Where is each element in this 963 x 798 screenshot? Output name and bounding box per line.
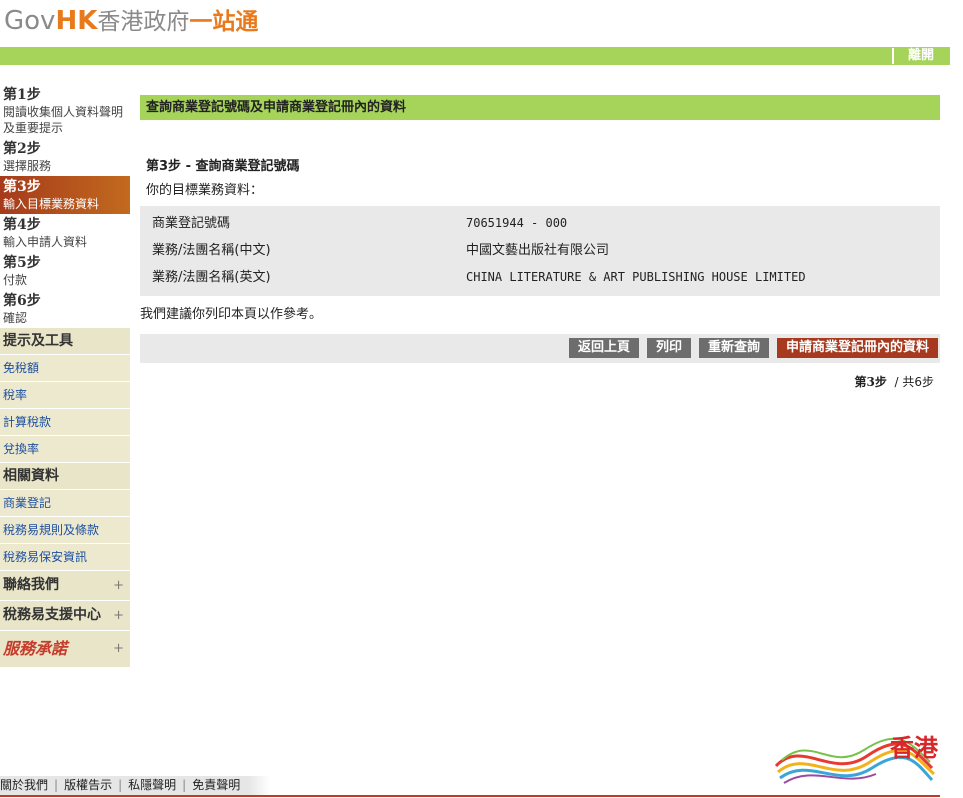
- back-button[interactable]: 返回上頁: [568, 338, 639, 358]
- footer-link-disclaimer[interactable]: 免責聲明: [192, 778, 240, 792]
- apply-register-info-button[interactable]: 申請商業登記冊內的資料: [776, 338, 938, 358]
- brand-hong-kong-text: 香港: [890, 734, 938, 762]
- footer-link-privacy[interactable]: 私隱聲明: [128, 778, 176, 792]
- step-title: 第6步: [3, 293, 41, 309]
- sidebar: 第1步 閱讀收集個人資料聲明及重要提示 第2步 選擇服務 第3步 輸入目標業務資…: [0, 84, 130, 668]
- related-section-title: 相關資料: [0, 463, 130, 490]
- top-bar: 離開: [0, 47, 950, 65]
- logo-zh-text: 香港政府: [97, 9, 190, 35]
- contact-us-item[interactable]: 聯絡我們 +: [0, 571, 130, 601]
- link-allowances[interactable]: 免稅額: [0, 355, 130, 382]
- step-title: 第4步: [3, 217, 41, 233]
- logout-button[interactable]: 離開: [891, 48, 944, 64]
- field-value: 中國文藝出版社有限公司: [466, 243, 610, 258]
- divider: |: [54, 778, 59, 792]
- step-desc: 輸入目標業務資料: [3, 197, 100, 211]
- service-pledge-item[interactable]: 服務承諾 +: [0, 631, 130, 668]
- step-desc: 付款: [3, 273, 28, 287]
- link-exchange-rates[interactable]: 兌換率: [0, 436, 130, 463]
- table-row: 業務/法團名稱(英文) CHINA LITERATURE & ART PUBLI…: [152, 264, 928, 291]
- footer-link-about[interactable]: 關於我們: [0, 778, 48, 792]
- step-heading: 第3步 - 查詢商業登記號碼: [146, 159, 300, 174]
- expand-icon: +: [113, 578, 124, 593]
- govhk-logo[interactable]: GovHK香港政府一站通: [4, 4, 258, 39]
- step-desc: 閱讀收集個人資料聲明及重要提示: [3, 105, 124, 135]
- step-title: 第2步: [3, 141, 41, 157]
- expand-icon: +: [113, 641, 124, 656]
- service-pledge-label: 服務承諾: [3, 639, 68, 658]
- step-counter: 第3步 / 共6步: [855, 373, 935, 390]
- subtitle: 你的目標業務資料：: [146, 183, 264, 198]
- sidebar-step-6: 第6步 確認: [0, 290, 130, 328]
- field-value: 70651944 - 000: [466, 216, 568, 230]
- logo-hk-text: HK: [55, 6, 98, 36]
- link-tax-calculator[interactable]: 計算稅款: [0, 409, 130, 436]
- tips-section-title: 提示及工具: [0, 328, 130, 355]
- footer-divider: [0, 795, 940, 797]
- step-desc: 確認: [3, 311, 28, 325]
- sidebar-step-5: 第5步 付款: [0, 252, 130, 290]
- step-counter-total: / 共6步: [894, 375, 935, 389]
- table-row: 商業登記號碼 70651944 - 000: [152, 210, 928, 237]
- business-info-table: 商業登記號碼 70651944 - 000 業務/法團名稱(中文) 中國文藝出版…: [140, 206, 940, 296]
- sidebar-step-4: 第4步 輸入申請人資料: [0, 214, 130, 252]
- support-centre-item[interactable]: 稅務易支援中心 +: [0, 601, 130, 631]
- logo-zh2-text: 一站通: [189, 9, 259, 35]
- step-desc: 輸入申請人資料: [3, 235, 88, 249]
- link-business-registration[interactable]: 商業登記: [0, 490, 130, 517]
- main-content: 查詢商業登記號碼及申請商業登記冊內的資料 第3步 - 查詢商業登記號碼 你的目標…: [140, 95, 940, 389]
- button-bar: 返回上頁 列印 重新查詢 申請商業登記冊內的資料: [140, 334, 940, 363]
- divider: |: [118, 778, 123, 792]
- divider: |: [182, 778, 187, 792]
- sidebar-step-1: 第1步 閱讀收集個人資料聲明及重要提示: [0, 84, 130, 138]
- step-title: 第5步: [3, 255, 41, 271]
- footer: 關於我們 | 版權告示 | 私隱聲明 | 免責聲明: [0, 776, 271, 795]
- page-title: 查詢商業登記號碼及申請商業登記冊內的資料: [140, 95, 940, 120]
- requery-button[interactable]: 重新查詢: [698, 338, 769, 358]
- contact-us-label: 聯絡我們: [3, 577, 59, 593]
- logo-gov-text: Gov: [4, 6, 56, 36]
- sidebar-step-2: 第2步 選擇服務: [0, 138, 130, 176]
- expand-icon: +: [113, 608, 124, 623]
- table-row: 業務/法團名稱(中文) 中國文藝出版社有限公司: [152, 237, 928, 264]
- link-tax-rates[interactable]: 稅率: [0, 382, 130, 409]
- link-security[interactable]: 稅務易保安資訊: [0, 544, 130, 571]
- step-counter-current: 第3步: [854, 375, 887, 389]
- print-advice: 我們建議你列印本頁以作參考。: [140, 307, 323, 322]
- step-title: 第3步: [3, 179, 41, 195]
- sidebar-step-3-active: 第3步 輸入目標業務資料: [0, 176, 130, 214]
- brand-hong-kong-logo: 香港: [772, 728, 940, 788]
- header: GovHK香港政府一站通: [0, 0, 963, 47]
- field-label: 商業登記號碼: [152, 216, 231, 231]
- step-title: 第1步: [3, 87, 41, 103]
- footer-link-copyright[interactable]: 版權告示: [64, 778, 112, 792]
- field-label: 業務/法團名稱(中文): [152, 243, 271, 258]
- field-label: 業務/法團名稱(英文): [152, 270, 271, 285]
- link-terms[interactable]: 稅務易規則及條款: [0, 517, 130, 544]
- support-centre-label: 稅務易支援中心: [3, 607, 101, 623]
- field-value: CHINA LITERATURE & ART PUBLISHING HOUSE …: [466, 270, 806, 284]
- step-desc: 選擇服務: [3, 159, 52, 173]
- print-button[interactable]: 列印: [646, 338, 691, 358]
